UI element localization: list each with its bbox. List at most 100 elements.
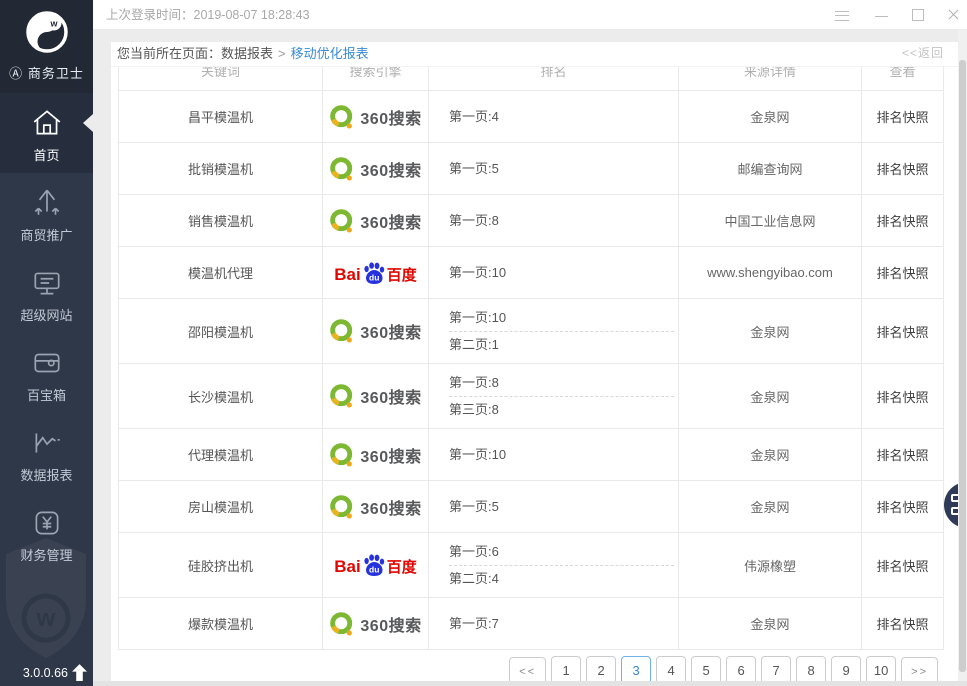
rank-cell: 第一页:7 <box>429 598 679 650</box>
rank-cell: 第一页:10 <box>429 429 679 481</box>
monitor-icon <box>30 266 64 300</box>
rank-divider <box>449 396 674 397</box>
rank-cell: 第一页:10第二页:1 <box>429 299 679 364</box>
sidebar-item-toolbox[interactable]: 百宝箱 <box>0 333 93 413</box>
engine-logo-360: 360搜索 <box>329 494 421 520</box>
scrollbar-thumb[interactable] <box>959 60 966 672</box>
engine-cell: 360搜索 <box>323 143 429 195</box>
active-item-arrow <box>83 114 93 132</box>
header-source: 来源详情 <box>679 67 862 91</box>
rank-value: 第一页:8 <box>449 372 678 394</box>
rank-divider <box>449 331 674 332</box>
rank-value: 第三页:8 <box>449 399 678 421</box>
close-icon[interactable] <box>939 0 965 30</box>
sidebar-nav: 首页 商贸推广 超级网站 百宝箱 <box>0 93 93 573</box>
breadcrumb-separator: > <box>278 46 286 61</box>
keyword-cell: 爆款模温机 <box>119 598 323 650</box>
vertical-scrollbar <box>958 30 967 686</box>
version-text: 3.0.0.66 <box>23 666 68 680</box>
s360-ring-icon <box>329 156 355 182</box>
back-link[interactable]: <<返回 <box>902 42 944 65</box>
svg-text:du: du <box>369 272 379 282</box>
toolbox-icon <box>30 346 64 380</box>
rank-divider <box>449 565 674 566</box>
breadcrumb: 您当前所在页面：数据报表>移动优化报表 <<返回 <box>111 42 958 67</box>
view-snapshot-link[interactable]: 排名快照 <box>876 110 928 125</box>
engine-label: 360搜索 <box>360 319 421 343</box>
s360-ring-icon <box>329 494 355 520</box>
view-snapshot-link[interactable]: 排名快照 <box>876 500 928 515</box>
rank-value: 第一页:8 <box>449 210 678 232</box>
engine-logo-360: 360搜索 <box>329 383 421 409</box>
maximize-icon[interactable] <box>905 0 931 30</box>
engine-cell: 360搜索 <box>323 91 429 143</box>
breadcrumb-current-link[interactable]: 移动优化报表 <box>291 46 369 61</box>
view-snapshot-link[interactable]: 排名快照 <box>876 559 928 574</box>
view-cell: 排名快照 <box>862 598 944 650</box>
engine-logo-360: 360搜索 <box>329 442 421 468</box>
baidu-name-text: 百度 <box>387 266 417 285</box>
app-window: w Ⓐ 商务卫士 首页 商贸推广 超级网站 <box>0 0 967 686</box>
engine-cell: 360搜索 <box>323 481 429 533</box>
report-panel: 您当前所在页面：数据报表>移动优化报表 <<返回 关键词 搜索引擎 排名 来源详… <box>111 42 958 686</box>
source-text: 金泉网 <box>750 448 789 463</box>
engine-label: 360搜索 <box>360 612 421 636</box>
source-cell: 金泉网 <box>679 429 862 481</box>
rank-cell: 第一页:8 <box>429 195 679 247</box>
source-text: 邮编查询网 <box>737 162 802 177</box>
source-cell: 金泉网 <box>679 364 862 429</box>
content-area: 您当前所在页面：数据报表>移动优化报表 <<返回 关键词 搜索引擎 排名 来源详… <box>93 30 967 686</box>
source-text: www.shengyibao.com <box>707 265 833 280</box>
rank-value: 第一页:7 <box>449 613 678 635</box>
header-engine: 搜索引擎 <box>323 67 429 91</box>
update-arrow-icon[interactable] <box>72 664 87 681</box>
minimize-icon[interactable] <box>868 0 894 30</box>
view-snapshot-link[interactable]: 排名快照 <box>876 325 928 340</box>
rank-cell: 第一页:10 <box>429 247 679 299</box>
rank-value: 第二页:4 <box>449 568 678 590</box>
sidebar-item-website[interactable]: 超级网站 <box>0 253 93 333</box>
engine-logo-360: 360搜索 <box>329 611 421 637</box>
table-body: 昌平模温机360搜索第一页:4金泉网排名快照批销模温机360搜索第一页:5邮编查… <box>119 91 944 650</box>
keyword-cell: 长沙模温机 <box>119 364 323 429</box>
source-cell: www.shengyibao.com <box>679 247 862 299</box>
sidebar-item-trade[interactable]: 商贸推广 <box>0 173 93 253</box>
table-row: 代理模温机360搜索第一页:10金泉网排名快照 <box>119 429 944 481</box>
last-login-text: 上次登录时间：2019-08-07 18:28:43 <box>106 0 310 30</box>
engine-cell: 360搜索 <box>323 364 429 429</box>
source-cell: 金泉网 <box>679 481 862 533</box>
rank-value: 第一页:6 <box>449 541 678 563</box>
keyword-cell: 硅胶挤出机 <box>119 533 323 598</box>
view-snapshot-link[interactable]: 排名快照 <box>876 214 928 229</box>
view-snapshot-link[interactable]: 排名快照 <box>876 617 928 632</box>
header-keyword: 关键词 <box>119 67 323 91</box>
rank-value: 第二页:1 <box>449 334 678 356</box>
engine-cell: Baidu百度 <box>323 533 429 598</box>
shield-watermark-icon: w <box>0 532 92 662</box>
engine-logo-360: 360搜索 <box>329 208 421 234</box>
baidu-name-text: 百度 <box>387 558 417 577</box>
keyword-cell: 模温机代理 <box>119 247 323 299</box>
breadcrumb-section: 数据报表 <box>221 46 273 61</box>
view-snapshot-link[interactable]: 排名快照 <box>876 448 928 463</box>
view-snapshot-link[interactable]: 排名快照 <box>876 390 928 405</box>
engine-logo-360: 360搜索 <box>329 156 421 182</box>
source-text: 伟源橡塑 <box>744 559 796 574</box>
sidebar-item-home[interactable]: 首页 <box>0 93 93 173</box>
view-snapshot-link[interactable]: 排名快照 <box>876 162 928 177</box>
baidu-paw-icon: du <box>362 261 386 285</box>
view-cell: 排名快照 <box>862 481 944 533</box>
view-snapshot-link[interactable]: 排名快照 <box>876 266 928 281</box>
sidebar-item-report[interactable]: 数据报表 <box>0 413 93 493</box>
svg-text:du: du <box>369 565 379 575</box>
view-cell: 排名快照 <box>862 195 944 247</box>
sidebar-item-label: 数据报表 <box>0 465 93 484</box>
engine-label: 360搜索 <box>360 495 421 519</box>
header-view: 查看 <box>862 67 944 91</box>
rank-value: 第一页:10 <box>449 444 678 466</box>
menu-icon[interactable] <box>829 0 855 30</box>
table-row: 批销模温机360搜索第一页:5邮编查询网排名快照 <box>119 143 944 195</box>
table-row: 长沙模温机360搜索 第一页:8 第三页:8金泉网排名快照 <box>119 364 944 429</box>
table-viewport: 关键词 搜索引擎 排名 来源详情 查看 昌平模温机360搜索第一页:4金泉网排名… <box>111 67 958 686</box>
view-cell: 排名快照 <box>862 247 944 299</box>
